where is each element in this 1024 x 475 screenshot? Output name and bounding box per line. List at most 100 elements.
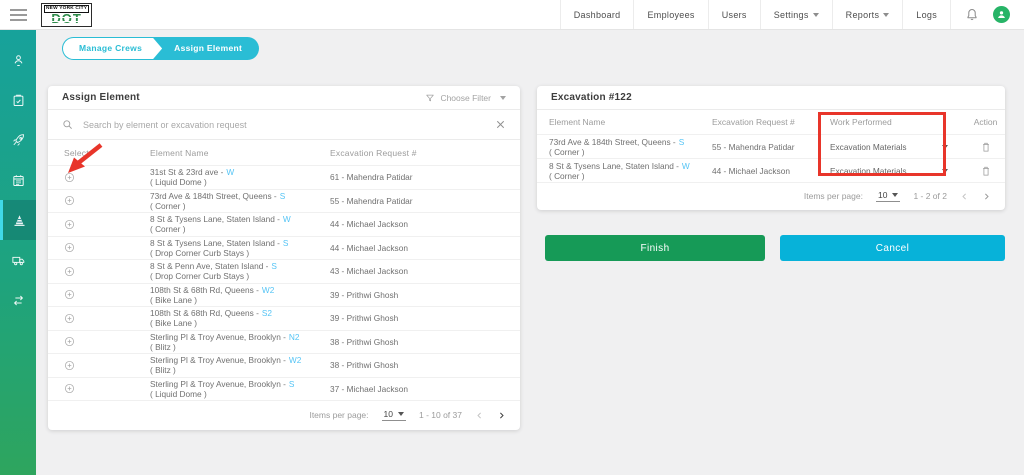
cancel-button[interactable]: Cancel <box>780 235 1005 261</box>
add-circle-icon <box>64 313 75 324</box>
breadcrumb-manage-crews[interactable]: Manage Crews <box>63 38 162 59</box>
chevron-down-icon <box>500 96 506 100</box>
breadcrumb-assign-element[interactable]: Assign Element <box>162 38 258 59</box>
select-element-button[interactable] <box>64 336 75 347</box>
select-element-button[interactable] <box>64 360 75 371</box>
select-element-button[interactable] <box>64 195 75 206</box>
element-suffix-link[interactable]: N2 <box>289 332 300 342</box>
nav-dashboard[interactable]: Dashboard <box>560 0 634 29</box>
add-circle-icon <box>64 195 75 206</box>
nav-reports[interactable]: Reports <box>832 0 903 29</box>
select-element-button[interactable] <box>64 313 75 324</box>
nyc-dot-logo: NEW YORK CITY DOT <box>41 3 92 27</box>
add-circle-icon <box>64 336 75 347</box>
excavation-row: 73rd Ave & 184th Street, Queens -S ( Cor… <box>537 134 1005 158</box>
breadcrumb: Manage Crews Assign Element <box>63 38 258 59</box>
delete-row-button[interactable] <box>981 141 991 153</box>
notification-bell-icon[interactable] <box>965 7 979 22</box>
items-per-page-select[interactable]: 10 <box>876 190 900 202</box>
truck-icon <box>11 253 26 268</box>
assign-table-header: Select Element Name Excavation Request # <box>48 140 520 165</box>
element-suffix-link[interactable]: W2 <box>262 285 274 295</box>
prev-page-button[interactable] <box>475 411 484 420</box>
assign-pagination: Items per page: 10 1 - 10 of 37 <box>48 400 520 429</box>
excavation-row: 8 St & Tysens Lane, Staten Island -W ( C… <box>537 158 1005 182</box>
chevron-down-icon <box>942 169 948 173</box>
sidebar-item-transfers[interactable] <box>0 280 36 320</box>
add-circle-icon <box>64 360 75 371</box>
chevron-down-icon <box>883 13 889 17</box>
element-row: Sterling Pl & Troy Avenue, Brooklyn -N2 … <box>48 330 520 354</box>
hamburger-menu-icon[interactable] <box>0 0 36 29</box>
excavation-panel: Excavation #122 Element Name Excavation … <box>537 86 1005 210</box>
top-nav: Dashboard Employees Users Settings Repor… <box>560 0 1024 29</box>
clipboard-check-icon <box>11 93 26 108</box>
element-suffix-link[interactable]: S <box>280 191 286 201</box>
excavation-table-header: Element Name Excavation Request # Work P… <box>537 110 1005 134</box>
add-circle-icon <box>64 383 75 394</box>
page-range: 1 - 10 of 37 <box>419 410 462 420</box>
nav-users[interactable]: Users <box>708 0 760 29</box>
element-row: Sterling Pl & Troy Avenue, Brooklyn -W2 … <box>48 353 520 377</box>
next-page-button[interactable] <box>982 192 991 201</box>
element-suffix-link[interactable]: S <box>679 137 685 147</box>
filter-funnel-icon <box>425 93 435 103</box>
select-element-button[interactable] <box>64 266 75 277</box>
nav-settings[interactable]: Settings <box>760 0 832 29</box>
add-circle-icon <box>64 289 75 300</box>
assign-table-body: 31st St & 23rd ave -W ( Liquid Dome ) 61… <box>48 165 520 400</box>
element-suffix-link[interactable]: W <box>283 214 291 224</box>
element-suffix-link[interactable]: S <box>289 379 295 389</box>
select-element-button[interactable] <box>64 172 75 183</box>
calendar-icon <box>11 173 26 188</box>
assign-panel-title: Assign Element <box>62 92 140 103</box>
element-row: Sterling Pl & Troy Avenue, Brooklyn -S (… <box>48 377 520 401</box>
select-element-button[interactable] <box>64 383 75 394</box>
select-element-button[interactable] <box>64 289 75 300</box>
sidebar-item-assignments[interactable] <box>0 80 36 120</box>
nav-logs[interactable]: Logs <box>902 0 950 29</box>
chevron-down-icon <box>813 13 819 17</box>
header-icon-zone <box>950 0 1024 29</box>
close-icon[interactable] <box>495 119 506 130</box>
element-row: 8 St & Penn Ave, Staten Island -S ( Drop… <box>48 259 520 283</box>
add-circle-icon <box>64 242 75 253</box>
sidebar-item-work-zones[interactable] <box>0 200 36 240</box>
sidebar-item-fleet[interactable] <box>0 240 36 280</box>
delete-row-button[interactable] <box>981 165 991 177</box>
add-circle-icon <box>64 266 75 277</box>
element-suffix-link[interactable]: W2 <box>289 355 301 365</box>
nav-employees[interactable]: Employees <box>633 0 707 29</box>
next-page-button[interactable] <box>497 411 506 420</box>
sidebar-item-schedule[interactable] <box>0 160 36 200</box>
top-header: NEW YORK CITY DOT Dashboard Employees Us… <box>0 0 1024 30</box>
element-suffix-link[interactable]: S <box>271 261 277 271</box>
items-per-page-select[interactable]: 10 <box>382 409 406 421</box>
element-suffix-link[interactable]: S <box>283 238 289 248</box>
page-range: 1 - 2 of 2 <box>913 191 947 201</box>
search-icon <box>62 119 73 130</box>
finish-button[interactable]: Finish <box>545 235 765 261</box>
work-performed-select[interactable]: Excavation Materials <box>830 142 948 152</box>
traffic-cone-icon <box>12 213 27 228</box>
prev-page-button[interactable] <box>960 192 969 201</box>
element-suffix-link[interactable]: S2 <box>262 308 272 318</box>
select-element-button[interactable] <box>64 219 75 230</box>
select-element-button[interactable] <box>64 242 75 253</box>
person-pin-icon <box>11 53 26 68</box>
choose-filter-button[interactable]: Choose Filter <box>425 93 506 103</box>
element-row: 8 St & Tysens Lane, Staten Island -W ( C… <box>48 212 520 236</box>
excavation-pagination: Items per page: 10 1 - 2 of 2 <box>537 182 1005 209</box>
user-avatar[interactable] <box>993 6 1010 23</box>
add-circle-icon <box>64 219 75 230</box>
work-performed-select[interactable]: Excavation Materials <box>830 166 948 176</box>
element-suffix-link[interactable]: W <box>682 161 690 171</box>
assign-element-panel: Assign Element Choose Filter Select Elem… <box>48 86 520 430</box>
chevron-down-icon <box>892 193 898 197</box>
excavation-panel-title: Excavation #122 <box>551 92 632 103</box>
sidebar-item-crews[interactable] <box>0 40 36 80</box>
element-row: 31st St & 23rd ave -W ( Liquid Dome ) 61… <box>48 165 520 189</box>
sidebar-item-launch[interactable] <box>0 120 36 160</box>
element-suffix-link[interactable]: W <box>226 167 234 177</box>
search-input[interactable] <box>83 120 485 130</box>
